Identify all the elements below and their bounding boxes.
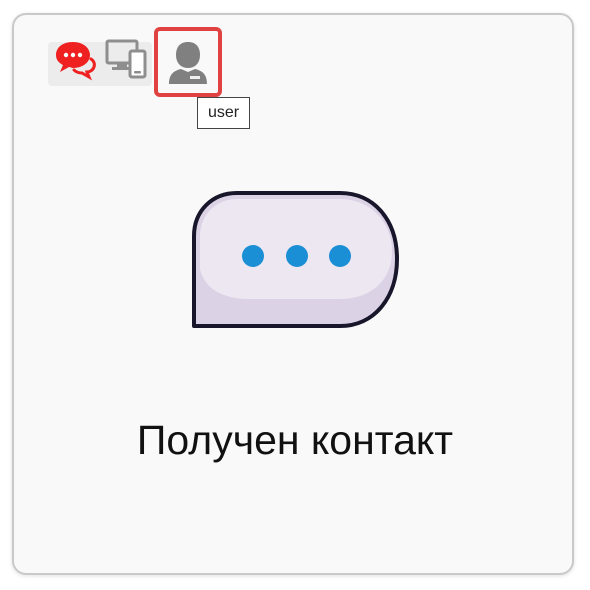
status-caption: Получен контакт bbox=[136, 417, 454, 463]
user-button[interactable] bbox=[154, 27, 222, 97]
chat-bubbles-icon bbox=[56, 42, 96, 81]
devices-button[interactable] bbox=[100, 27, 152, 89]
tooltip: user bbox=[197, 97, 251, 129]
chat-button[interactable] bbox=[50, 27, 100, 89]
typing-dot bbox=[329, 245, 351, 267]
typing-illustration bbox=[190, 189, 402, 331]
typing-dot bbox=[286, 245, 308, 267]
widget-card: user Получен контакт bbox=[12, 13, 574, 575]
user-icon bbox=[169, 42, 207, 84]
typing-dot bbox=[242, 245, 264, 267]
devices-icon bbox=[105, 39, 147, 79]
icon-toolbar bbox=[46, 27, 222, 97]
typing-bubble-icon bbox=[192, 191, 399, 328]
